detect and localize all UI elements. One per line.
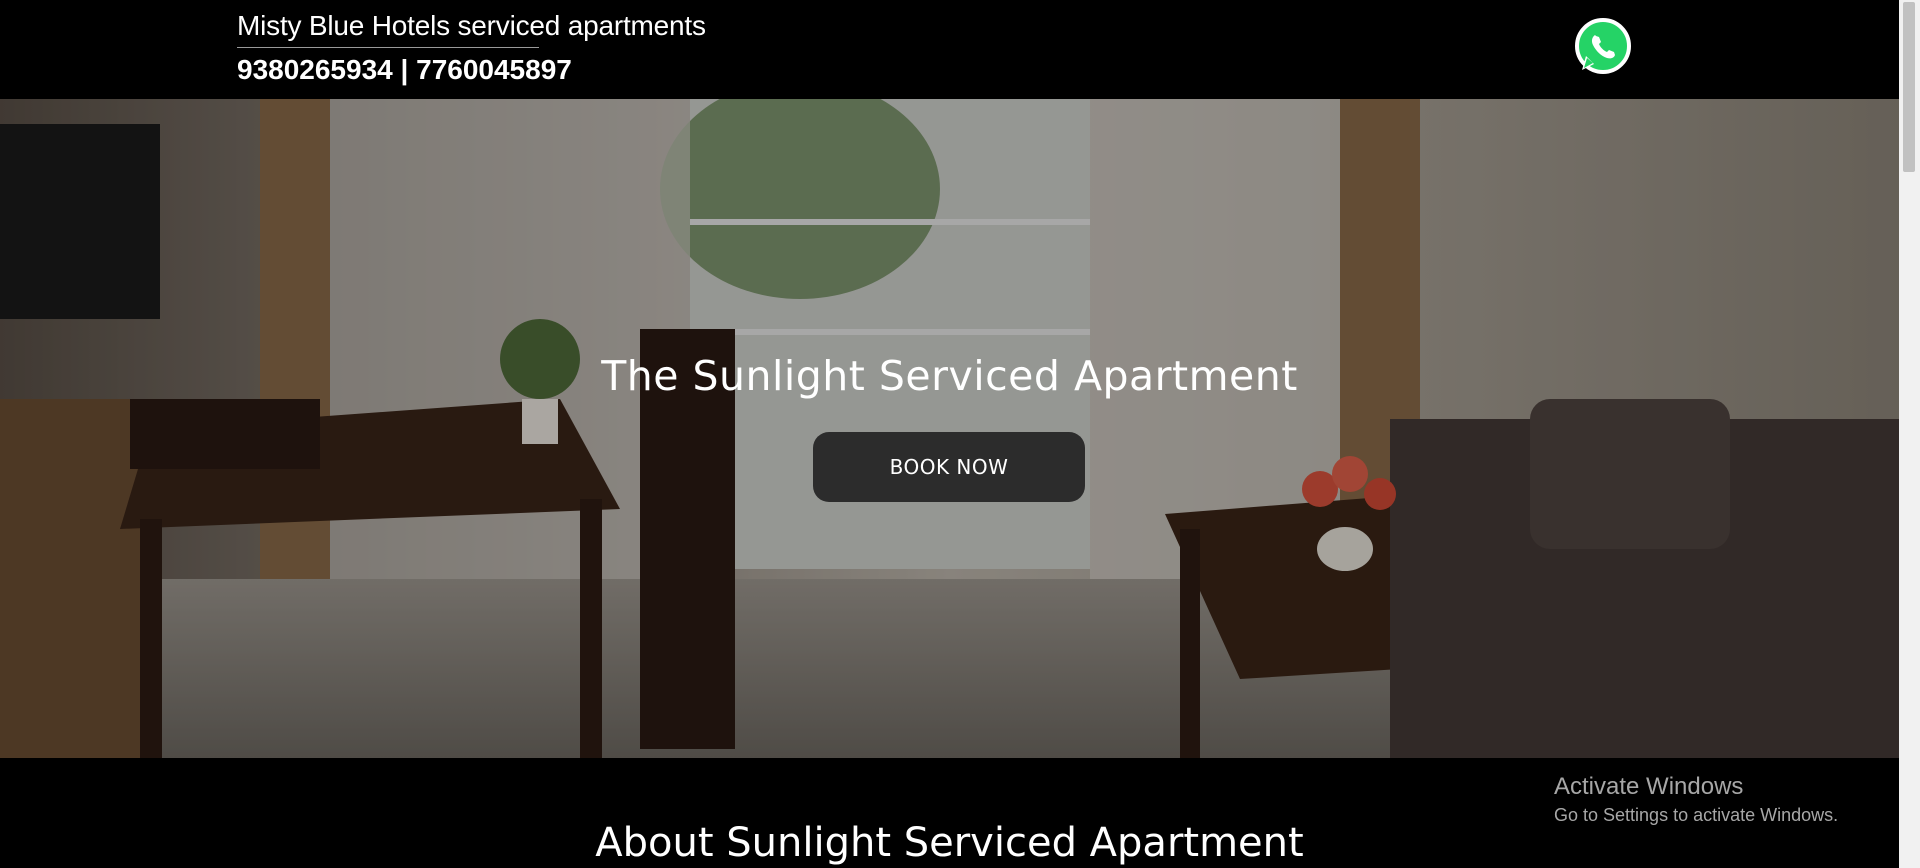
about-section-title: About Sunlight Serviced Apartment — [595, 820, 1304, 866]
watermark-line-2: Go to Settings to activate Windows. — [1554, 805, 1839, 825]
phone-numbers[interactable]: 9380265934 | 7760045897 — [237, 54, 572, 86]
hero-title: The Sunlight Serviced Apartment — [601, 352, 1298, 400]
watermark-line-1: Activate Windows — [1554, 773, 1744, 800]
brand-divider — [237, 47, 539, 48]
whatsapp-icon[interactable] — [1572, 16, 1634, 78]
site-header: Misty Blue Hotels serviced apartments 93… — [0, 0, 1899, 99]
activate-windows-watermark: Activate Windows Go to Settings to activ… — [1554, 773, 1838, 826]
brand-name[interactable]: Misty Blue Hotels serviced apartments — [237, 10, 706, 42]
hero-dark-overlay — [0, 99, 1899, 758]
book-now-button[interactable]: BOOK NOW — [813, 432, 1085, 502]
hero-section: The Sunlight Serviced Apartment BOOK NOW — [0, 99, 1899, 758]
scrollbar-thumb[interactable] — [1903, 2, 1915, 172]
